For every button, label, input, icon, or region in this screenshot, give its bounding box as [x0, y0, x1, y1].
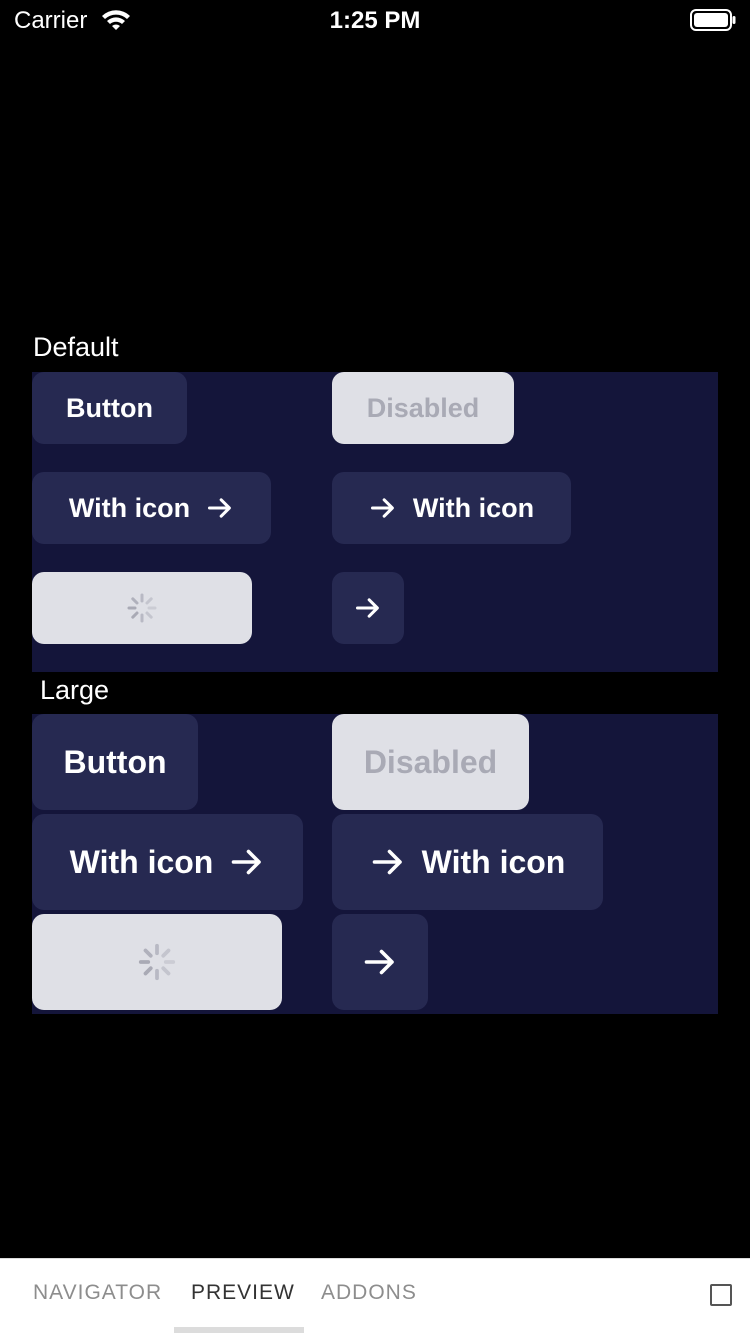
large-with-icon-leading-button[interactable]: With icon: [332, 814, 603, 910]
loading-spinner-icon: [127, 593, 157, 623]
default-button[interactable]: Button: [32, 372, 187, 444]
button-label: With icon: [68, 492, 191, 523]
button-label: Disabled: [363, 743, 498, 780]
large-disabled-button: Disabled: [332, 714, 529, 810]
tab-navigator[interactable]: NAVIGATOR: [33, 1279, 162, 1307]
clock: 1:25 PM: [329, 7, 421, 34]
default-loading-button: [32, 572, 252, 644]
section-label-large: Large: [40, 675, 110, 705]
active-tab-indicator: [174, 1327, 304, 1333]
default-with-icon-trailing-button[interactable]: With icon: [32, 472, 271, 544]
arrow-right-icon: [355, 598, 379, 618]
button-label: With icon: [421, 843, 566, 880]
arrow-right-icon: [364, 949, 394, 975]
large-loading-button: [32, 914, 282, 1010]
arrow-right-icon: [232, 849, 262, 875]
large-with-icon-trailing-button[interactable]: With icon: [32, 814, 303, 910]
button-label: Disabled: [366, 392, 480, 423]
default-icon-only-button[interactable]: [332, 572, 404, 644]
default-with-icon-leading-button[interactable]: With icon: [332, 472, 571, 544]
arrow-right-icon: [208, 498, 231, 518]
large-button[interactable]: Button: [32, 714, 198, 810]
button-label: Button: [63, 743, 167, 780]
button-label: Button: [66, 392, 153, 423]
section-label-default: Default: [33, 332, 119, 362]
default-disabled-button: Disabled: [332, 372, 514, 444]
default-buttons-panel: Button Disabled With icon With icon: [32, 372, 718, 672]
status-bar: Carrier 1:25 PM: [0, 0, 750, 40]
battery-icon: [690, 9, 736, 31]
button-label: With icon: [412, 492, 535, 523]
tab-addons[interactable]: ADDONS: [321, 1279, 417, 1307]
bottom-tab-bar: NAVIGATOR PREVIEW ADDONS: [0, 1258, 750, 1334]
large-icon-only-button[interactable]: [332, 914, 428, 1010]
tab-preview[interactable]: PREVIEW: [191, 1279, 295, 1307]
arrow-right-icon: [372, 849, 402, 875]
arrow-right-icon: [370, 498, 394, 518]
button-label: With icon: [69, 843, 214, 880]
toggle-checkbox[interactable]: [710, 1284, 732, 1306]
loading-spinner-icon: [138, 943, 176, 981]
large-buttons-panel: Button Disabled With icon With icon: [32, 714, 718, 1014]
